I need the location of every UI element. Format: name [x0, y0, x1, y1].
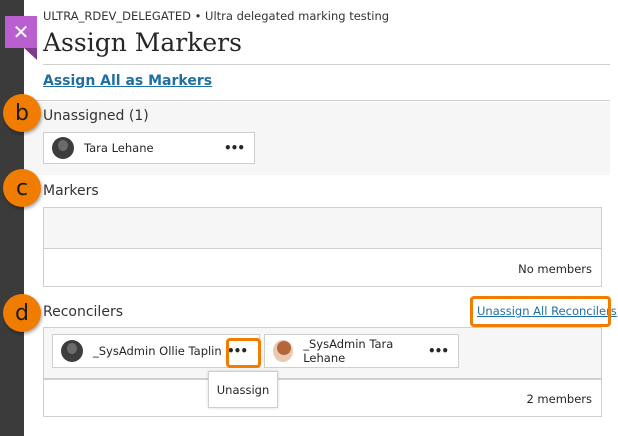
- close-button[interactable]: ✕: [5, 16, 37, 48]
- menu-item-unassign[interactable]: Unassign: [208, 371, 278, 408]
- avatar: [61, 340, 83, 362]
- member-card: _SysAdmin Tara Lehane •••: [264, 334, 459, 368]
- reconcilers-label: Reconcilers: [43, 304, 123, 320]
- callout-d: d: [3, 294, 41, 332]
- markers-dropzone[interactable]: [44, 208, 601, 249]
- markers-label: Markers: [43, 183, 99, 199]
- callout-b: b: [3, 94, 41, 132]
- left-sidebar: [0, 0, 24, 436]
- reconcilers-count: 2 members: [526, 392, 592, 406]
- assign-all-markers-link[interactable]: Assign All as Markers: [43, 73, 212, 89]
- avatar: [52, 137, 74, 159]
- avatar: [273, 340, 294, 362]
- more-options-button[interactable]: •••: [428, 344, 449, 358]
- callout-c: c: [3, 169, 41, 207]
- unassigned-label: Unassigned (1): [43, 108, 149, 124]
- divider: [24, 100, 610, 101]
- highlight-box: [470, 296, 611, 327]
- close-button-fold: [24, 48, 37, 60]
- member-card: Tara Lehane •••: [43, 132, 255, 164]
- highlight-box: [226, 338, 261, 368]
- breadcrumb: ULTRA_RDEV_DELEGATED • Ultra delegated m…: [43, 9, 390, 23]
- member-name: _SysAdmin Tara Lehane: [303, 337, 394, 365]
- member-name: Tara Lehane: [84, 141, 154, 155]
- more-options-button[interactable]: •••: [224, 141, 245, 155]
- page-title: Assign Markers: [43, 28, 242, 57]
- markers-box: No members: [43, 207, 602, 287]
- divider: [43, 64, 610, 65]
- close-icon: ✕: [12, 20, 30, 44]
- markers-count: No members: [518, 262, 592, 276]
- member-name: _SysAdmin Ollie Taplin: [93, 344, 222, 358]
